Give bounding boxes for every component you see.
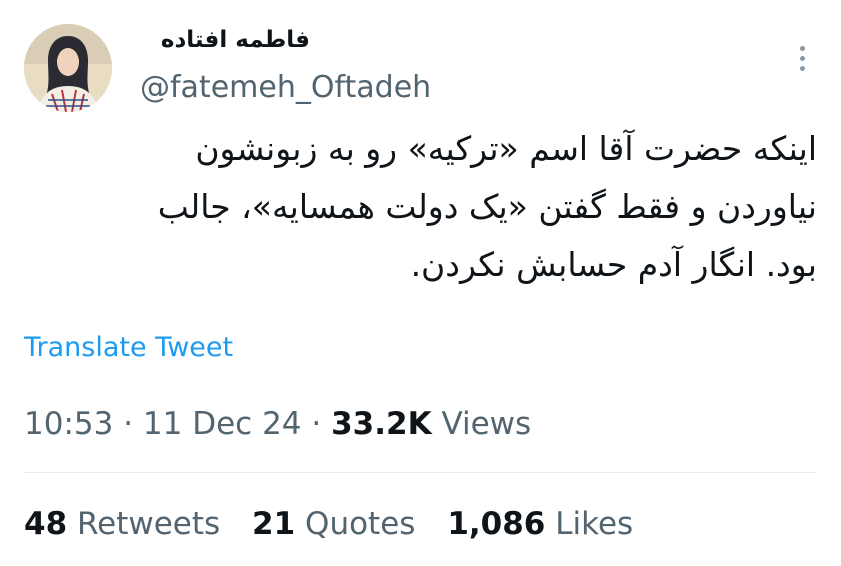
engagement-stats: 48 Retweets 21 Quotes 1,086 Likes bbox=[24, 504, 655, 544]
more-options-icon[interactable] bbox=[788, 40, 816, 76]
avatar[interactable] bbox=[24, 24, 112, 112]
user-handle[interactable]: @fatemeh_Oftadeh bbox=[140, 68, 431, 108]
retweets-label: Retweets bbox=[77, 506, 221, 542]
tweet-date[interactable]: 11 Dec 24 bbox=[143, 406, 302, 442]
views-label: Views bbox=[441, 406, 532, 442]
tweet-text-line: نیاوردن و فقط گفتن «یک دولت همسایه»، جال… bbox=[157, 187, 817, 226]
tweet-text: اینکه حضرت آقا اسم «ترکیه» رو به زبونشون… bbox=[37, 120, 817, 294]
dot bbox=[799, 55, 805, 61]
translate-tweet-link[interactable]: Translate Tweet bbox=[24, 330, 233, 366]
dot bbox=[799, 45, 805, 51]
avatar-image bbox=[24, 24, 112, 112]
retweets-stat[interactable]: 48 Retweets bbox=[24, 506, 230, 542]
tweet-text-line: بود. انگار آدم حسابش نکردن. bbox=[410, 245, 817, 284]
separator-dot: · bbox=[311, 406, 322, 442]
separator-dot: · bbox=[123, 406, 134, 442]
retweets-count: 48 bbox=[24, 506, 68, 542]
tweet-text-line: اینکه حضرت آقا اسم «ترکیه» رو به زبونشون bbox=[195, 129, 817, 168]
quotes-count: 21 bbox=[252, 506, 296, 542]
quotes-label: Quotes bbox=[305, 506, 416, 542]
tweet-time[interactable]: 10:53 bbox=[24, 406, 113, 442]
tweet-metadata: 10:53 · 11 Dec 24 · 33.2K Views bbox=[24, 404, 531, 444]
likes-label: Likes bbox=[555, 506, 634, 542]
views-count: 33.2K bbox=[331, 406, 432, 442]
dot bbox=[799, 65, 805, 71]
divider bbox=[24, 472, 817, 473]
tweet-card: فاطمه افتاده @fatemeh_Oftadeh اینکه حضرت… bbox=[0, 0, 841, 566]
quotes-stat[interactable]: 21 Quotes bbox=[252, 506, 425, 542]
display-name[interactable]: فاطمه افتاده bbox=[140, 22, 310, 58]
likes-count: 1,086 bbox=[447, 506, 546, 542]
likes-stat[interactable]: 1,086 Likes bbox=[447, 506, 633, 542]
